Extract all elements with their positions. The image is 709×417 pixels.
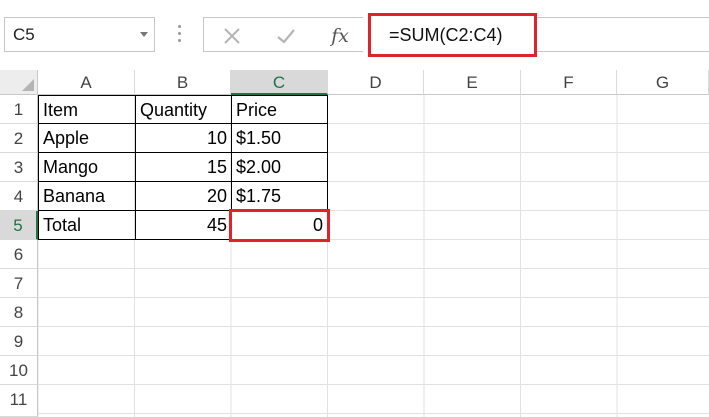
cell-a1[interactable]: Item [38,95,136,124]
row-header-8[interactable]: 8 [0,298,38,327]
cell-a4[interactable]: Banana [38,182,136,211]
row-header-5[interactable]: 5 [0,211,38,240]
name-box-value: C5 [13,25,35,44]
name-box[interactable]: C5 [4,17,155,52]
cell-a3[interactable]: Mango [38,153,136,182]
cell-b3[interactable]: 15 [136,153,232,182]
cell-c3[interactable]: $2.00 [232,153,328,182]
formula-text: =SUM(C2:C4) [389,25,503,45]
insert-function-icon[interactable]: fx [326,18,354,53]
spreadsheet-grid[interactable]: A B C D E F G 1 2 3 4 5 6 7 8 9 10 11 It… [0,70,709,417]
column-header-a[interactable]: A [38,70,135,95]
row-header-11[interactable]: 11 [0,385,38,417]
select-all-icon [22,79,34,91]
row-header-3[interactable]: 3 [0,153,38,182]
row-header-1[interactable]: 1 [0,95,38,124]
formula-input-extension[interactable] [537,17,709,52]
column-header-c[interactable]: C [231,70,328,95]
formula-bar: C5 fx =SUM(C2:C4) [0,0,709,70]
row-header-2[interactable]: 2 [0,124,38,153]
row-header-4[interactable]: 4 [0,182,38,211]
cell-c4[interactable]: $1.75 [232,182,328,211]
check-icon[interactable] [272,18,300,53]
chevron-down-icon[interactable] [140,32,148,37]
row-header-6[interactable]: 6 [0,240,38,269]
column-header-g[interactable]: G [617,70,709,95]
row-header-7[interactable]: 7 [0,269,38,298]
column-header-f[interactable]: F [521,70,617,95]
cell-c2[interactable]: $1.50 [232,124,328,153]
grip-dots-icon[interactable] [178,25,182,45]
cell-a5[interactable]: Total [38,211,136,240]
cell-a2[interactable]: Apple [38,124,136,153]
row-header-9[interactable]: 9 [0,327,38,356]
select-all-button[interactable] [0,70,38,95]
formula-input[interactable]: =SUM(C2:C4) [368,13,537,57]
cell-c1[interactable]: Price [232,95,328,124]
cell-b5[interactable]: 45 [136,211,232,240]
cell-c5[interactable]: 0 [232,211,328,240]
cell-b2[interactable]: 10 [136,124,232,153]
row-header-10[interactable]: 10 [0,356,38,385]
cell-b4[interactable]: 20 [136,182,232,211]
column-header-b[interactable]: B [135,70,231,95]
cell-b1[interactable]: Quantity [136,95,232,124]
column-header-e[interactable]: E [424,70,521,95]
column-header-d[interactable]: D [328,70,424,95]
formula-bar-buttons: fx [203,17,363,52]
close-icon[interactable] [218,18,246,53]
